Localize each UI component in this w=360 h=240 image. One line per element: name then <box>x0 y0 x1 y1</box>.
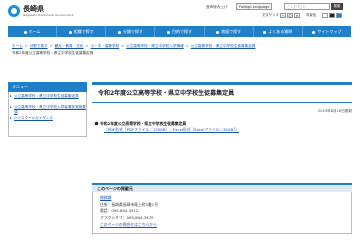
voice-readout-link[interactable]: 音声読み上げ <box>206 4 228 10</box>
breadcrumb: ホーム > 分野で探す > 観光・教育・文化 > 小・中・高等学校 > 公立高等学校・県立中学校… <box>12 44 256 48</box>
site-header: 長崎県 Nagasaki Prefectural Government 音声読み… <box>0 0 360 24</box>
search-button[interactable]: 検索 <box>331 3 343 10</box>
contact-phone: 電話：095-894-3312 <box>100 208 139 213</box>
bullet-icon <box>117 30 121 34</box>
page-title: 令和2年度公立高等学校・県立中学校生徒募集定員 <box>92 82 352 103</box>
contact-box: 総務課 住所：長崎県長崎市尾上町3番1号 電話：095-894-3312 ファク… <box>92 192 352 234</box>
bullet-icon <box>263 30 267 34</box>
text-size-medium-button[interactable]: 中 <box>287 13 293 18</box>
contact-address: 住所：長崎県長崎市尾上町3番1号 <box>100 202 158 207</box>
search-input[interactable]: ご入力下さい <box>284 3 330 10</box>
nav-faq[interactable]: よくある質問 <box>254 26 303 37</box>
breadcrumb-admission-info[interactable]: 公立高等学校・県立中学校入学情報 <box>126 44 184 48</box>
breadcrumb-enrollment-quota[interactable]: 公立高等学校・県立中学校生徒募集定員 <box>191 44 256 48</box>
nav-by-purpose[interactable]: 目的で探す <box>155 26 205 37</box>
bullet-icon <box>94 121 99 126</box>
updated-date: 2019年8月18日更新 <box>318 109 352 113</box>
sidebar-item-enrollment-quota[interactable]: 公立高等学校・県立中学校生徒募集定員 <box>10 94 86 99</box>
sidebar-heading: メニュー <box>8 82 87 92</box>
nav-by-organization[interactable]: 組織で探す <box>57 26 107 37</box>
bg-blue-button[interactable] <box>336 13 342 18</box>
contact-inquiry-link[interactable]: このページの問合せはこちらから <box>100 222 157 227</box>
text-size-label: 文字サイズ <box>262 13 279 17</box>
bullet-icon <box>166 30 170 34</box>
sidebar-item-selection-guidelines[interactable]: 公立高等学校・県立中学校入学者選抜実施要項 <box>10 105 86 115</box>
document-links: （PDF形式［PDFファイル／155KB］，Excel形式［Excelファイル／… <box>104 127 239 132</box>
bullet-icon <box>312 30 316 34</box>
sidebar-item-high-school-guidance[interactable]: ハイスクールガイダンス <box>10 116 53 121</box>
text-size-large-button[interactable]: 大 <box>294 13 300 18</box>
pdf-download-link[interactable]: （PDF形式［PDFファイル／155KB］， <box>104 127 173 132</box>
nav-sitemap[interactable]: サイトマップ <box>303 26 351 37</box>
global-nav: ホーム 組織で探す 分類で探す 目的で探す 地図で探す よくある質問 サイトマッ… <box>8 26 351 37</box>
contact-heading: このページの掲載元 <box>92 183 352 192</box>
contact-fax: ファクシミリ：095-894-3470 <box>100 215 154 220</box>
nav-home[interactable]: ホーム <box>8 26 58 37</box>
bullet-icon <box>68 30 72 34</box>
bg-white-button[interactable] <box>322 13 328 18</box>
excel-download-link[interactable]: Excel形式［Excelファイル／61KB］） <box>173 127 239 132</box>
sidebar-menu: 公立高等学校・県立中学校生徒募集定員 公立高等学校・県立中学校入学者選抜実施要項… <box>8 92 87 137</box>
bg-black-button[interactable] <box>329 13 335 18</box>
breadcrumb-home[interactable]: ホーム <box>12 44 23 48</box>
breadcrumb-current: 令和2年度公立高等学校・県立中学校生徒募集定員 <box>12 51 94 55</box>
nav-by-map[interactable]: 地図で探す <box>205 26 254 37</box>
nav-by-category[interactable]: 分類で探す <box>106 26 156 37</box>
text-size-small-button[interactable]: 小 <box>280 13 286 18</box>
breadcrumb-by-field[interactable]: 分野で探す <box>30 44 48 48</box>
logo-title: 長崎県 <box>23 5 44 13</box>
logo-subtitle: Nagasaki Prefectural Government <box>23 13 74 17</box>
contact-department-link[interactable]: 総務課 <box>100 195 111 200</box>
bullet-icon <box>216 30 220 34</box>
site-logo[interactable]: 長崎県 Nagasaki Prefectural Government <box>8 5 74 17</box>
breadcrumb-schools[interactable]: 小・中・高等学校 <box>90 44 119 48</box>
bullet-icon <box>23 30 27 34</box>
foreign-language-button[interactable]: Foreign Language <box>236 3 273 10</box>
breadcrumb-tourism-education[interactable]: 観光・教育・文化 <box>55 44 84 48</box>
background-color-label: 背景色 <box>306 13 317 17</box>
logo-mark-icon <box>8 5 20 17</box>
document-title: 令和2年度公立高等学校・県立中学校生徒募集定員 <box>100 121 187 126</box>
